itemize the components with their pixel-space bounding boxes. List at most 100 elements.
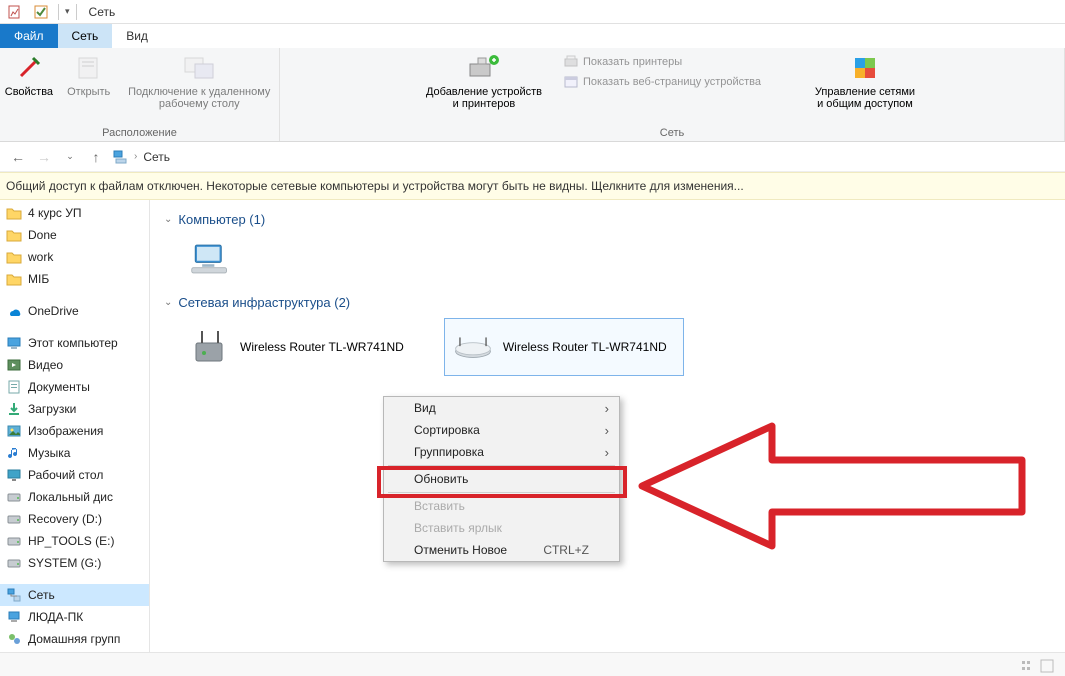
nav-pane[interactable]: 4 курс УП Done work МІБ OneDrive Этот компьют… (0, 200, 150, 652)
nav-back-button[interactable]: ← (8, 147, 28, 167)
ctx-paste-shortcut: Вставить ярлык (384, 517, 619, 539)
address-bar: ← → ⌄ ↑ › Сеть (0, 142, 1065, 172)
ribbon-group-network: Добавление устройств и принтеров Показат… (280, 48, 1065, 141)
nav-item[interactable]: Этот компьютер (0, 332, 149, 354)
group-header-computer[interactable]: ⌄ Компьютер (1) (164, 212, 1051, 227)
nav-item[interactable]: МІБ (0, 268, 149, 290)
chevron-down-icon: ⌄ (164, 297, 172, 308)
onedrive-icon (6, 303, 22, 319)
context-menu: Вид Сортировка Группировка Обновить Вста… (383, 396, 620, 562)
folder-icon (6, 249, 22, 265)
router-tile-2[interactable]: Wireless Router TL-WR741ND (444, 318, 684, 376)
ribbon-manage-networks[interactable]: Управление сетями и общим доступом (805, 52, 925, 110)
window-title: Сеть (89, 5, 116, 19)
docs-icon (6, 379, 22, 395)
rdp-icon (183, 52, 215, 84)
nav-item[interactable]: Музыка (0, 442, 149, 464)
nav-item-label: Документы (28, 380, 90, 394)
nav-item-label: Загрузки (28, 402, 76, 416)
nav-item[interactable]: Видео (0, 354, 149, 376)
ribbon-open-label: Открыть (67, 86, 110, 98)
router-tile-1-label: Wireless Router TL-WR741ND (240, 340, 404, 354)
printer-icon (563, 54, 579, 70)
nav-item[interactable]: Загрузки (0, 398, 149, 420)
nav-item[interactable]: SYSTEM (G:) (0, 552, 149, 574)
infra-tiles: Wireless Router TL-WR741ND Wireless Rout… (164, 318, 1051, 376)
ribbon: Свойства Открыть Подключение к удаленном… (0, 48, 1065, 142)
nav-item[interactable]: OneDrive (0, 300, 149, 322)
nav-item[interactable]: HP_TOOLS (E:) (0, 530, 149, 552)
ribbon-add-devices-label: Добавление устройств и принтеров (426, 86, 542, 110)
qat-check-icon[interactable] (30, 2, 52, 22)
sharing-notice-bar[interactable]: Общий доступ к файлам отключен. Некоторы… (0, 172, 1065, 200)
breadcrumb-separator: › (134, 151, 137, 162)
ctx-undo[interactable]: Отменить НовоеCTRL+Z (384, 539, 619, 561)
qat-properties-icon[interactable] (4, 2, 26, 22)
status-bar (0, 652, 1065, 676)
nav-item-label: Done (28, 228, 57, 242)
nav-item-label: SYSTEM (G:) (28, 556, 101, 570)
tab-file[interactable]: Файл (0, 24, 58, 48)
nav-item-label: ЛЮДА-ПК (28, 610, 83, 624)
ctx-refresh[interactable]: Обновить (384, 468, 619, 490)
tab-network[interactable]: Сеть (58, 24, 113, 48)
annotation-arrow-icon (632, 416, 1032, 556)
nav-item[interactable]: Recovery (D:) (0, 508, 149, 530)
qat-customize-icon[interactable]: ▾ (65, 6, 70, 17)
ctx-group[interactable]: Группировка (384, 441, 619, 463)
ribbon-tabs: Файл Сеть Вид (0, 24, 1065, 48)
ribbon-add-devices[interactable]: Добавление устройств и принтеров (419, 52, 549, 110)
nav-item[interactable]: ЛЮДА-ПК (0, 606, 149, 628)
nav-item-label: Рабочий стол (28, 468, 103, 482)
ribbon-group-network-name: Сеть (660, 127, 684, 141)
title-bar: ▾ Сеть (0, 0, 1065, 24)
router-tile-1[interactable]: Wireless Router TL-WR741ND (186, 318, 408, 376)
ctx-sort[interactable]: Сортировка (384, 419, 619, 441)
folder-icon (6, 227, 22, 243)
breadcrumb-network[interactable]: Сеть (143, 150, 170, 164)
nav-item[interactable]: work (0, 246, 149, 268)
qat-divider-2 (76, 4, 77, 20)
ribbon-show-device-page-label: Показать веб-страницу устройства (583, 76, 761, 88)
view-switcher[interactable] (1021, 658, 1057, 674)
nav-item-label: МІБ (28, 272, 49, 286)
ribbon-properties[interactable]: Свойства (5, 52, 53, 98)
nav-item[interactable]: Сеть (0, 584, 149, 606)
nav-item-label: Видео (28, 358, 63, 372)
qat-divider (58, 4, 59, 20)
tab-view[interactable]: Вид (112, 24, 162, 48)
pictures-icon (6, 423, 22, 439)
drive-icon (6, 511, 22, 527)
nav-item[interactable]: Рабочий стол (0, 464, 149, 486)
nav-item-label: Музыка (28, 446, 70, 460)
group-header-infra[interactable]: ⌄ Сетевая инфраструктура (2) (164, 295, 1051, 310)
ribbon-group-location-name: Расположение (102, 127, 177, 141)
ctx-view[interactable]: Вид (384, 397, 619, 419)
ribbon-properties-label: Свойства (5, 86, 53, 98)
manage-networks-icon (849, 52, 881, 84)
nav-item[interactable]: Домашняя групп (0, 628, 149, 650)
nav-item[interactable]: Done (0, 224, 149, 246)
nav-item[interactable]: Документы (0, 376, 149, 398)
group-infra-title: Сетевая инфраструктура (2) (178, 295, 350, 310)
nav-item[interactable]: Локальный дис (0, 486, 149, 508)
video-icon (6, 357, 22, 373)
downloads-icon (6, 401, 22, 417)
group-computer-title: Компьютер (1) (178, 212, 265, 227)
ribbon-group-location: Свойства Открыть Подключение к удаленном… (0, 48, 280, 141)
device-page-icon (563, 74, 579, 90)
computer-tile[interactable] (186, 235, 234, 283)
nav-recent-dropdown[interactable]: ⌄ (60, 147, 80, 167)
desktop-icon (6, 467, 22, 483)
nav-item[interactable]: 4 курс УП (0, 202, 149, 224)
nav-forward-button: → (34, 147, 54, 167)
computer-tiles (164, 235, 1051, 283)
ribbon-show-device-page: Показать веб-страницу устройства (563, 74, 761, 90)
nav-item[interactable]: Изображения (0, 420, 149, 442)
nav-up-button[interactable]: ↑ (86, 147, 106, 167)
router-icon (453, 327, 493, 367)
ribbon-rdp-label: Подключение к удаленному рабочему столу (128, 86, 270, 110)
open-icon (73, 52, 105, 84)
properties-icon (13, 52, 45, 84)
folder-icon (6, 271, 22, 287)
